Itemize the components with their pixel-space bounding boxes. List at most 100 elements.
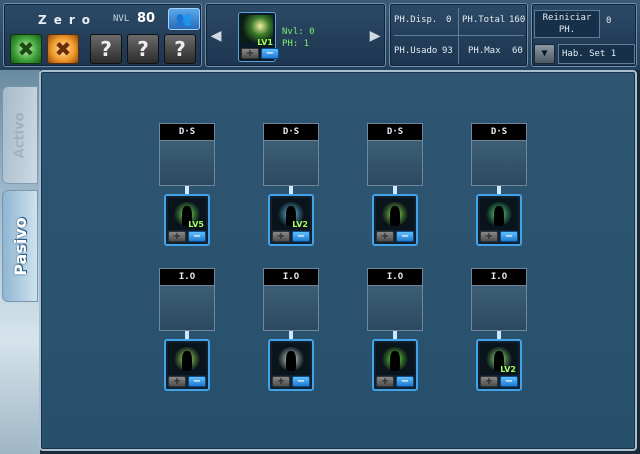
- stats-divider: [458, 8, 459, 64]
- skill-node: I.O + −: [263, 268, 319, 391]
- skill-slot-2[interactable]: ✖: [47, 34, 79, 64]
- skill-controls: + −: [168, 376, 206, 387]
- hab-set-select[interactable]: Hab. Set 1: [558, 44, 635, 64]
- skill-level: LV5: [188, 220, 204, 229]
- minus-button[interactable]: −: [396, 376, 414, 387]
- plus-button[interactable]: +: [272, 231, 290, 242]
- ph-total-value: 160: [509, 15, 526, 25]
- skill-button[interactable]: LV5 + −: [164, 194, 210, 246]
- skill-button[interactable]: LV2 + −: [268, 194, 314, 246]
- node-slot[interactable]: [367, 140, 423, 186]
- arrow-right-icon[interactable]: ▶: [368, 26, 382, 46]
- skill-slot-4[interactable]: ?: [127, 34, 159, 64]
- current-skill-stats: Nvl: 0 PH: 1: [282, 26, 315, 50]
- current-skill-nvl: Nvl: 0: [282, 27, 315, 37]
- node-header: D·S: [367, 123, 423, 140]
- connector: [393, 331, 397, 339]
- plus-button[interactable]: +: [376, 376, 394, 387]
- plus-button[interactable]: +: [168, 231, 186, 242]
- stats-divider: [394, 35, 524, 36]
- current-skill-ph: PH: 1: [282, 39, 310, 49]
- connector: [393, 186, 397, 194]
- ph-disp-label: PH.Disp.: [394, 15, 438, 25]
- skill-controls: + −: [376, 376, 414, 387]
- level-label: NVL: [113, 14, 130, 24]
- minus-button[interactable]: −: [292, 231, 310, 242]
- ph-usado-value: 93: [442, 46, 453, 56]
- ph-usado-label: PH.Usado: [394, 46, 438, 56]
- plus-button[interactable]: +: [480, 231, 498, 242]
- skill-node: D·S + −: [367, 123, 423, 246]
- character-panel: Zero NVL 80 👥 ✖ ✖ ? ? ?: [3, 3, 202, 67]
- minus-button[interactable]: −: [396, 231, 414, 242]
- current-skill-icon: LV1 + −: [238, 12, 279, 62]
- skill-figure: [182, 351, 192, 371]
- minus-button[interactable]: −: [500, 231, 518, 242]
- skill-node: D·S + −: [471, 123, 527, 246]
- skill-slot-5[interactable]: ?: [164, 34, 196, 64]
- current-skill-controls: + −: [241, 48, 279, 59]
- reset-ph-value: 0: [606, 16, 612, 26]
- node-header: D·S: [263, 123, 319, 140]
- tab-activo-label: Activo: [12, 112, 28, 158]
- minus-button[interactable]: −: [261, 48, 279, 59]
- skill-tree-panel: D·S LV5 + − D·S LV2 + − D·S + − D·S + − …: [39, 70, 637, 451]
- skill-controls: + −: [376, 231, 414, 242]
- ph-disp-value: 0: [446, 15, 452, 25]
- node-header: I.O: [263, 268, 319, 285]
- minus-button[interactable]: −: [188, 231, 206, 242]
- node-slot[interactable]: [263, 140, 319, 186]
- skill-button[interactable]: + −: [476, 194, 522, 246]
- party-icon[interactable]: 👥: [168, 8, 200, 30]
- node-slot[interactable]: [159, 285, 215, 331]
- skill-button[interactable]: + −: [164, 339, 210, 391]
- skill-node: I.O LV2 + −: [471, 268, 527, 391]
- reset-ph-button[interactable]: Reiniciar PH.: [534, 10, 600, 38]
- node-header: I.O: [471, 268, 527, 285]
- skill-controls: + −: [480, 376, 518, 387]
- skill-art: [168, 343, 206, 375]
- node-slot[interactable]: [159, 140, 215, 186]
- skill-controls: + −: [272, 376, 310, 387]
- node-slot[interactable]: [471, 285, 527, 331]
- skill-figure: [494, 206, 504, 226]
- ph-max-value: 60: [512, 46, 523, 56]
- node-slot[interactable]: [367, 285, 423, 331]
- arrow-left-icon[interactable]: ◀: [209, 26, 223, 46]
- plus-button[interactable]: +: [480, 376, 498, 387]
- skill-slot-1[interactable]: ✖: [10, 34, 42, 64]
- connector: [497, 331, 501, 339]
- node-slot[interactable]: [471, 140, 527, 186]
- skill-art: [376, 343, 414, 375]
- minus-button[interactable]: −: [188, 376, 206, 387]
- skill-figure: [390, 206, 400, 226]
- connector: [497, 186, 501, 194]
- tab-activo[interactable]: Activo: [2, 86, 38, 184]
- skill-art: [376, 198, 414, 230]
- reset-panel: Reiniciar PH. 0 ▼ Hab. Set 1: [531, 3, 637, 67]
- skill-button[interactable]: + −: [268, 339, 314, 391]
- skill-button[interactable]: + −: [372, 339, 418, 391]
- minus-button[interactable]: −: [500, 376, 518, 387]
- current-skill-level: LV1: [257, 38, 273, 47]
- skill-art: LV5: [168, 198, 206, 230]
- connector: [185, 331, 189, 339]
- plus-button[interactable]: +: [241, 48, 259, 59]
- plus-button[interactable]: +: [272, 376, 290, 387]
- plus-button[interactable]: +: [168, 376, 186, 387]
- node-header: D·S: [471, 123, 527, 140]
- minus-button[interactable]: −: [292, 376, 310, 387]
- tab-pasivo[interactable]: Pasivo: [2, 190, 38, 302]
- character-name: Zero: [38, 13, 98, 27]
- skill-art: LV2: [272, 198, 310, 230]
- skill-button[interactable]: LV2 + −: [476, 339, 522, 391]
- node-slot[interactable]: [263, 285, 319, 331]
- skill-slot-3[interactable]: ?: [90, 34, 122, 64]
- ph-total-label: PH.Total: [462, 15, 506, 25]
- skill-node: D·S LV2 + −: [263, 123, 319, 246]
- plus-button[interactable]: +: [376, 231, 394, 242]
- skill-node: I.O + −: [159, 268, 215, 391]
- skill-art: [480, 198, 518, 230]
- chevron-down-icon[interactable]: ▼: [534, 44, 555, 64]
- skill-button[interactable]: + −: [372, 194, 418, 246]
